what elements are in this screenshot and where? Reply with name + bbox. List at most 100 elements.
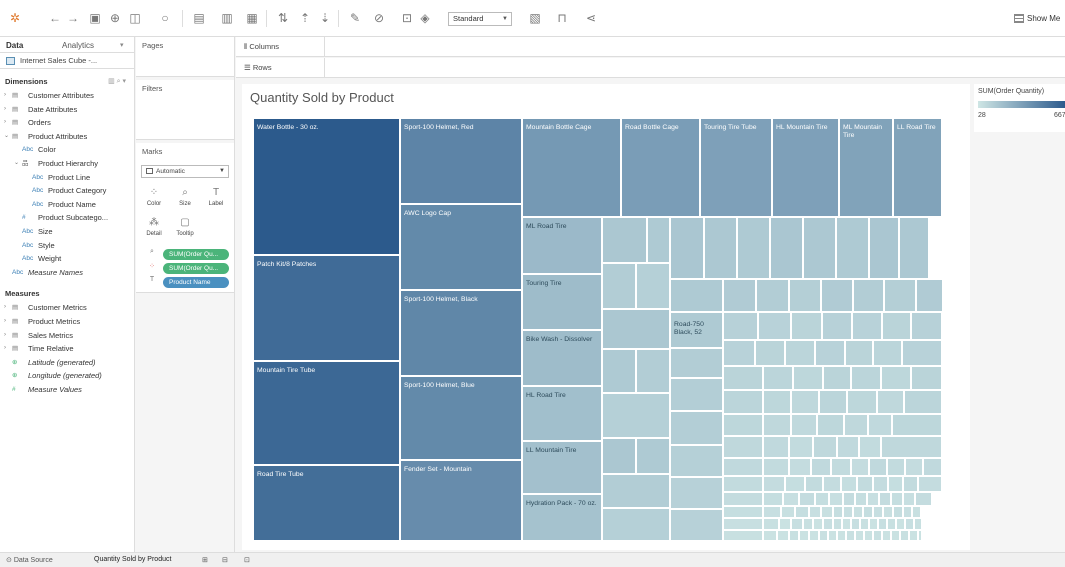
treemap-tile[interactable] (756, 279, 789, 312)
treemap-tile[interactable] (723, 414, 763, 436)
treemap-tile[interactable] (821, 506, 833, 518)
dimension-field[interactable]: Abc Size (0, 225, 134, 239)
treemap-tile[interactable]: Fender Set - Mountain (400, 460, 522, 541)
treemap-tile[interactable] (755, 340, 785, 366)
chevron-right-icon[interactable]: › (4, 315, 10, 329)
mark-type-select[interactable]: Automatic ▼ (141, 165, 229, 178)
share-icon[interactable]: ⋖ (584, 12, 598, 25)
treemap-tile[interactable] (855, 492, 867, 506)
treemap-tile[interactable] (887, 518, 896, 530)
treemap-tile[interactable]: LL Mountain Tire (522, 441, 602, 494)
treemap-tile[interactable] (912, 506, 921, 518)
treemap-tile[interactable] (763, 458, 789, 476)
treemap-tile[interactable] (723, 312, 758, 340)
treemap-tile[interactable] (873, 340, 902, 366)
treemap-tile[interactable] (899, 217, 929, 279)
treemap-tile[interactable] (813, 436, 837, 458)
treemap-tile[interactable] (785, 476, 805, 492)
treemap-tile[interactable] (789, 530, 799, 541)
treemap-tile[interactable]: HL Road Tire (522, 386, 602, 441)
treemap-tile[interactable] (860, 518, 869, 530)
treemap-tile[interactable] (822, 312, 852, 340)
treemap-tile[interactable] (783, 492, 799, 506)
sort-desc-icon[interactable]: ⇣ (318, 12, 332, 25)
treemap-tile[interactable] (763, 530, 777, 541)
undo-icon[interactable]: ○ (158, 12, 172, 25)
treemap-tile[interactable] (763, 506, 781, 518)
group-icon[interactable]: ⊘ (372, 12, 386, 25)
measure-field[interactable]: ⊕ Latitude (generated) (0, 356, 134, 370)
treemap-tile[interactable] (763, 492, 783, 506)
treemap-tile[interactable]: Hydration Pack - 70 oz. (522, 494, 602, 541)
dimension-field[interactable]: ⌄ 品 Product Hierarchy (0, 157, 134, 171)
treemap-tile[interactable] (891, 492, 903, 506)
treemap-tile[interactable] (636, 438, 670, 474)
treemap-tile[interactable] (877, 390, 904, 414)
sort-asc-icon[interactable]: ⇡ (298, 12, 312, 25)
treemap-tile[interactable] (763, 436, 789, 458)
treemap-tile[interactable] (869, 458, 887, 476)
save-icon[interactable]: ▣ (88, 12, 102, 25)
treemap-tile[interactable] (799, 492, 815, 506)
treemap-tile[interactable]: Sport-100 Helmet, Red (400, 118, 522, 204)
treemap-tile[interactable] (836, 217, 869, 279)
treemap-tile[interactable] (670, 477, 723, 509)
forward-icon[interactable]: → (66, 12, 80, 25)
treemap-tile[interactable] (833, 518, 842, 530)
treemap-tile[interactable] (842, 518, 851, 530)
highlight-icon[interactable]: ✎ (348, 12, 362, 25)
label-icon[interactable]: ⊡ (400, 12, 414, 25)
datasource-item[interactable]: Internet Sales Cube -... (0, 53, 134, 69)
treemap-tile[interactable] (893, 506, 903, 518)
treemap-tile[interactable]: Sport-100 Helmet, Blue (400, 376, 522, 460)
treemap-tile[interactable] (809, 506, 821, 518)
chevron-right-icon[interactable]: › (4, 103, 10, 117)
treemap-tile[interactable] (843, 492, 855, 506)
treemap-tile[interactable] (851, 366, 881, 390)
treemap-tile[interactable] (863, 506, 873, 518)
treemap-tile[interactable] (847, 390, 877, 414)
treemap-tile[interactable] (809, 530, 819, 541)
treemap-tile[interactable]: AWC Logo Cap (400, 204, 522, 290)
treemap-tile[interactable] (851, 518, 860, 530)
treemap-tile[interactable]: Touring Tire Tube (700, 118, 772, 217)
treemap-tile[interactable] (857, 476, 873, 492)
treemap-tile[interactable] (923, 458, 942, 476)
treemap-tile[interactable] (891, 530, 900, 541)
treemap-tile[interactable] (636, 349, 670, 393)
swap-icon[interactable]: ⇅ (276, 12, 290, 25)
treemap-tile[interactable] (602, 263, 636, 309)
treemap-tile[interactable] (670, 378, 723, 411)
treemap-tile[interactable] (909, 530, 918, 541)
treemap-tile[interactable] (813, 518, 823, 530)
treemap-tile[interactable]: LL Road Tire (893, 118, 942, 217)
treemap-tile[interactable] (602, 217, 647, 263)
treemap-tile[interactable] (811, 458, 831, 476)
back-icon[interactable]: ← (48, 12, 62, 25)
treemap-tile[interactable] (779, 518, 791, 530)
chevron-right-icon[interactable]: › (4, 342, 10, 356)
chevron-right-icon[interactable]: › (4, 116, 10, 130)
treemap-tile[interactable] (903, 492, 915, 506)
fit-icon[interactable]: ▧ (528, 12, 542, 25)
tooltip-mark-button[interactable]: ▢ Tooltip (172, 215, 198, 241)
treemap-tile[interactable] (803, 518, 813, 530)
treemap-tile[interactable] (851, 458, 869, 476)
treemap-tile[interactable] (869, 217, 899, 279)
treemap-tile[interactable]: Road Bottle Cage (621, 118, 700, 217)
treemap-tile[interactable] (892, 414, 942, 436)
treemap-tile[interactable]: Mountain Bottle Cage (522, 118, 621, 217)
treemap-tile[interactable] (602, 474, 670, 508)
treemap-tile[interactable] (670, 445, 723, 477)
treemap-tile[interactable]: ML Mountain Tire (839, 118, 893, 217)
treemap-tile[interactable] (837, 436, 859, 458)
treemap-tile[interactable] (823, 476, 841, 492)
treemap-tile[interactable] (789, 458, 811, 476)
color-mark-button[interactable]: ⁘ Color (141, 185, 167, 211)
treemap-tile[interactable] (918, 530, 922, 541)
treemap-tile[interactable] (763, 518, 779, 530)
presentation-icon[interactable]: ⊓ (555, 12, 569, 25)
chevron-down-icon[interactable]: ⌄ (14, 157, 20, 171)
treemap-tile[interactable] (723, 279, 756, 312)
treemap-tile[interactable] (868, 414, 892, 436)
